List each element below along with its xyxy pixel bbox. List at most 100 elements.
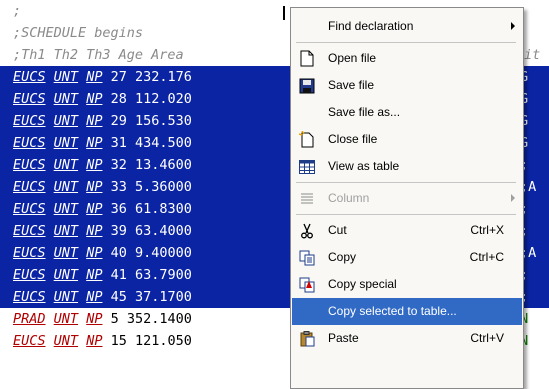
code-token-area: 156.530 xyxy=(135,113,192,129)
menu-item-label: Copy xyxy=(328,250,357,264)
code-token-th3: NP xyxy=(86,157,103,173)
code-token-area: 37.1700 xyxy=(135,289,192,305)
menu-item-column: Column xyxy=(292,185,522,212)
menu-separator xyxy=(296,42,516,43)
code-token-th2: UNT xyxy=(53,135,79,151)
menu-separator xyxy=(296,214,516,215)
code-token-th2: UNT xyxy=(53,267,79,283)
code-token-th3: NP xyxy=(86,201,103,217)
open-file-icon xyxy=(298,50,315,67)
code-token-th1: EUCS xyxy=(13,223,46,239)
comment-text: ;Th1 Th2 Th3 Age Area xyxy=(13,47,184,63)
code-token-th2: UNT xyxy=(53,311,79,327)
code-token-th3: NP xyxy=(86,245,103,261)
menu-item-label: Column xyxy=(328,191,370,205)
menu-item-save-file[interactable]: Save file xyxy=(292,72,522,99)
menu-item-save-file-as[interactable]: Save file as... xyxy=(292,99,522,126)
code-token-age: 27 xyxy=(110,69,127,85)
code-token-th2: UNT xyxy=(53,333,79,349)
menu-item-view-as-table[interactable]: View as table xyxy=(292,153,522,180)
menu-separator xyxy=(296,182,516,183)
menu-item-label: View as table xyxy=(328,159,400,173)
menu-item-copy[interactable]: Copy Ctrl+C xyxy=(292,244,522,271)
context-menu: Find declaration Open file Save file Save f… xyxy=(290,7,524,389)
code-token-th1: PRAD xyxy=(13,311,46,327)
code-token-th3: NP xyxy=(86,91,103,107)
code-token-age: 31 xyxy=(110,135,127,151)
header-tail-text: it xyxy=(524,47,541,63)
code-token-age: 15 xyxy=(110,333,127,349)
code-token-th2: UNT xyxy=(53,289,79,305)
menu-item-copy-selected-to-table[interactable]: Copy selected to table... xyxy=(292,298,522,325)
code-token-th3: NP xyxy=(86,69,103,85)
code-token-th1: EUCS xyxy=(13,113,46,129)
code-token-age: 45 xyxy=(110,289,127,305)
code-token-th1: EUCS xyxy=(13,267,46,283)
paste-icon xyxy=(298,330,315,347)
menu-item-find-declaration[interactable]: Find declaration xyxy=(292,13,522,40)
code-token-th2: UNT xyxy=(53,91,79,107)
menu-item-shortcut: Ctrl+X xyxy=(470,223,504,237)
menu-item-paste[interactable]: Paste Ctrl+V xyxy=(292,325,522,352)
scissors-icon xyxy=(298,222,315,239)
menu-item-shortcut: Ctrl+C xyxy=(469,250,504,264)
code-token-area: 13.4600 xyxy=(135,157,192,173)
menu-item-open-file[interactable]: Open file xyxy=(292,45,522,72)
menu-item-close-file[interactable]: Close file xyxy=(292,126,522,153)
code-token-th1: EUCS xyxy=(13,157,46,173)
menu-item-label: Close file xyxy=(328,132,378,146)
code-token-age: 41 xyxy=(110,267,127,283)
code-token-area: 63.7900 xyxy=(135,267,192,283)
close-file-icon xyxy=(298,131,315,148)
code-token-th1: EUCS xyxy=(13,333,46,349)
code-token-th1: EUCS xyxy=(13,69,46,85)
code-token-th1: EUCS xyxy=(13,91,46,107)
copy-special-icon xyxy=(298,276,315,293)
submenu-arrow-icon xyxy=(511,194,515,202)
menu-item-cut[interactable]: Cut Ctrl+X xyxy=(292,217,522,244)
code-token-th3: NP xyxy=(86,113,103,129)
code-token-area: 9.40000 xyxy=(135,245,192,261)
code-token-th3: NP xyxy=(86,135,103,151)
code-token-age: 40 xyxy=(110,245,127,261)
code-token-th2: UNT xyxy=(53,69,79,85)
code-token-area: 5.36000 xyxy=(135,179,192,195)
menu-item-label: Copy special xyxy=(328,277,397,291)
code-token-age: 32 xyxy=(110,157,127,173)
code-token-th1: EUCS xyxy=(13,201,46,217)
code-token-th3: NP xyxy=(86,333,103,349)
menu-item-label: Copy selected to table... xyxy=(328,304,457,318)
code-token-th3: NP xyxy=(86,267,103,283)
code-token-area: 63.4000 xyxy=(135,223,192,239)
menu-item-shortcut: Ctrl+V xyxy=(470,331,504,345)
menu-item-label: Paste xyxy=(328,331,359,345)
code-token-th3: NP xyxy=(86,179,103,195)
code-token-th2: UNT xyxy=(53,201,79,217)
code-token-area: 434.500 xyxy=(135,135,192,151)
code-token-age: 36 xyxy=(110,201,127,217)
submenu-arrow-icon xyxy=(511,22,515,30)
code-token-th2: UNT xyxy=(53,179,79,195)
code-token-th2: UNT xyxy=(53,245,79,261)
menu-item-label: Save file as... xyxy=(328,105,401,119)
code-token-th3: NP xyxy=(86,223,103,239)
code-token-age: 28 xyxy=(110,91,127,107)
table-icon xyxy=(298,158,315,175)
code-token-th3: NP xyxy=(86,289,103,305)
code-token-th1: EUCS xyxy=(13,179,46,195)
code-token-th1: EUCS xyxy=(13,289,46,305)
text-caret xyxy=(283,6,285,20)
code-token-th1: EUCS xyxy=(13,135,46,151)
code-token-age: 5 xyxy=(110,311,119,327)
code-token-area: 61.8300 xyxy=(135,201,192,217)
menu-item-label: Save file xyxy=(328,78,375,92)
copy-icon xyxy=(298,249,315,266)
code-token-area: 232.176 xyxy=(135,69,192,85)
code-token-area: 112.020 xyxy=(135,91,192,107)
code-token-th2: UNT xyxy=(53,157,79,173)
code-token-th2: UNT xyxy=(53,113,79,129)
code-token-age: 33 xyxy=(110,179,127,195)
column-icon xyxy=(298,190,315,207)
menu-item-label: Cut xyxy=(328,223,347,237)
menu-item-copy-special[interactable]: Copy special xyxy=(292,271,522,298)
